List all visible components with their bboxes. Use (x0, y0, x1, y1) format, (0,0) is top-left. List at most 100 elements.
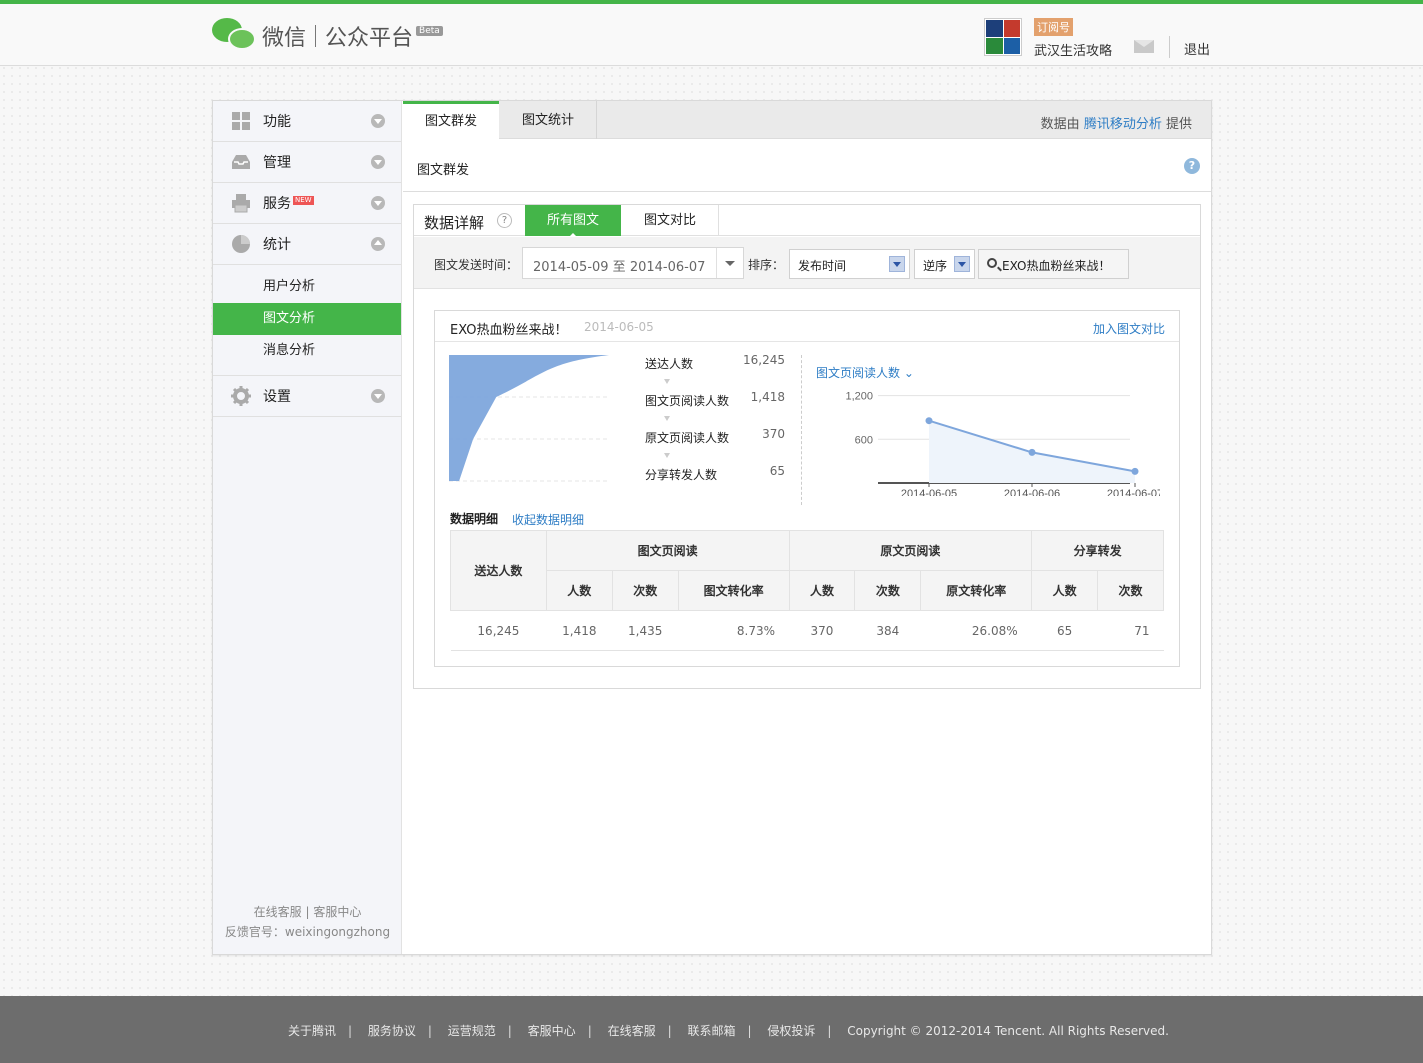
article-card: EXO热血粉丝来战！ 2014-06-05 加入图文对比 送达人数 16,245… (434, 310, 1180, 667)
col-share-people: 人数 (1031, 570, 1099, 611)
gear-icon (231, 386, 251, 406)
funnel-area (449, 355, 609, 481)
service-center-link[interactable]: 客服中心 (313, 905, 361, 919)
collapse-detail-link[interactable]: 收起数据明细 (512, 511, 584, 528)
chevron-down-icon[interactable] (371, 114, 385, 128)
col-share-times: 次数 (1097, 570, 1164, 611)
table-cell: 71 (1097, 610, 1164, 651)
nav-settings[interactable]: 设置 (213, 376, 401, 417)
provider-link[interactable]: 腾讯移动分析 (1084, 117, 1162, 132)
order-value: 逆序 (923, 259, 948, 273)
date-range-picker[interactable]: 2014-05-09 至 2014-06-07 (522, 247, 744, 279)
order-select[interactable]: 逆序 (914, 249, 975, 279)
data-point (925, 417, 933, 425)
sort-label: 排序： (748, 258, 785, 272)
chevron-down-icon[interactable] (371, 155, 385, 169)
chevron-down-icon[interactable] (889, 256, 905, 272)
date-label: 图文发送时间： (434, 258, 519, 272)
logo-platform-text: 公众平台 (325, 26, 414, 51)
funnel-value: 16,245 (743, 353, 785, 367)
tab-all-articles[interactable]: 所有图文 (525, 205, 621, 237)
add-compare-link[interactable]: 加入图文对比 (1093, 320, 1165, 337)
arrow-down-icon (664, 379, 670, 384)
panel-title: 数据详解 (424, 214, 485, 232)
footer-link-rules[interactable]: 运营规范 (448, 1024, 496, 1038)
funnel-value: 1,418 (750, 390, 785, 404)
nav-stats[interactable]: 统计 (213, 224, 401, 265)
funnel-label: 分享转发人数 (645, 468, 718, 482)
panel-tabs: 数据详解 ? 所有图文 图文对比 (414, 205, 1200, 237)
wechat-logo[interactable]: 微信 公众平台 Beta (212, 16, 443, 56)
chevron-down-icon[interactable] (371, 389, 385, 403)
table-cell: 16,245 (450, 610, 547, 651)
table-cell: 26.08% (920, 610, 1032, 651)
table-cell: 384 (854, 610, 921, 651)
data-point (1028, 448, 1036, 456)
chevron-down-icon[interactable] (954, 256, 970, 272)
sidebar-item-article-analysis[interactable]: 图文分析 (213, 303, 401, 335)
account-avatar[interactable] (984, 18, 1022, 56)
nav-function[interactable]: 功能 (213, 101, 401, 142)
col-deliver: 送达人数 (450, 530, 547, 611)
col-orig-rate: 原文转化率 (920, 570, 1033, 611)
funnel-item: 原文页阅读人数 370 (645, 427, 785, 447)
col-group-orig: 原文页阅读 (788, 530, 1033, 571)
footer-link-about[interactable]: 关于腾讯 (288, 1024, 336, 1038)
table-cell: 8.73% (678, 610, 790, 651)
nav-settings-label: 设置 (263, 389, 291, 405)
nav-manage[interactable]: 管理 (213, 142, 401, 183)
page-title: 图文群发 (417, 163, 470, 178)
funnel-item: 图文页阅读人数 1,418 (645, 390, 785, 410)
metric-dropdown[interactable]: 图文页阅读人数 ⌄ (816, 364, 914, 381)
sidebar-item-message-analysis[interactable]: 消息分析 (213, 335, 401, 367)
logo-divider (315, 25, 317, 47)
data-point (1131, 467, 1139, 475)
copyright: Copyright © 2012-2014 Tencent. All Right… (847, 1024, 1169, 1038)
detail-title: 数据明细 (450, 512, 499, 526)
chevron-down-icon[interactable] (371, 196, 385, 210)
footer-link-report[interactable]: 侵权投诉 (767, 1024, 815, 1038)
date-range-value: 2014-05-09 至 2014-06-07 (533, 260, 706, 275)
col-orig-times: 次数 (854, 570, 922, 611)
caret-down-icon[interactable] (725, 261, 735, 266)
beta-badge: Beta (416, 26, 443, 36)
subscription-badge: 订阅号 (1034, 18, 1073, 36)
tab-article-stats[interactable]: 图文统计 (500, 101, 596, 139)
col-orig-people: 人数 (788, 570, 856, 611)
footer-link-email[interactable]: 联系邮箱 (687, 1024, 735, 1038)
search-value: EXO热血粉丝来战！ (1002, 259, 1111, 273)
funnel-label: 送达人数 (645, 357, 694, 371)
top-bar: 微信 公众平台 Beta 订阅号 武汉生活攻略 退出 (0, 0, 1423, 66)
help-icon[interactable]: ? (1184, 158, 1200, 174)
nav-stats-label: 统计 (263, 237, 291, 253)
search-input[interactable]: EXO热血粉丝来战！ (978, 249, 1129, 279)
printer-icon (232, 194, 250, 213)
sidebar: 功能 管理 服务 NEW 统计 用户分析 图文分析 消息分析 设置 在线客服 |… (213, 101, 402, 954)
chevron-up-icon[interactable] (371, 237, 385, 251)
nav-service[interactable]: 服务 NEW (213, 183, 401, 224)
question-icon[interactable]: ? (497, 213, 512, 228)
table-cell: 65 (1031, 610, 1098, 651)
sort-select[interactable]: 发布时间 (789, 249, 910, 279)
sidebar-item-user-analysis[interactable]: 用户分析 (213, 271, 401, 303)
funnel-value: 65 (769, 464, 785, 478)
card-header: EXO热血粉丝来战！ 2014-06-05 加入图文对比 (435, 311, 1179, 342)
account-name[interactable]: 武汉生活攻略 (1034, 40, 1112, 59)
filter-bar: 图文发送时间： 2014-05-09 至 2014-06-07 排序： 发布时间… (414, 237, 1200, 289)
nav-service-label: 服务 (263, 196, 291, 212)
account-info[interactable]: 订阅号 武汉生活攻略 (984, 18, 1112, 59)
logout-link[interactable]: 退出 (1184, 39, 1210, 58)
mail-icon[interactable] (1134, 40, 1154, 53)
funnel-value: 370 (762, 427, 785, 441)
x-tick-label: 2014-06-06 (1004, 488, 1060, 496)
col-read-people: 人数 (545, 570, 613, 611)
col-read-times: 次数 (611, 570, 679, 611)
footer-link-online-service[interactable]: 在线客服 (608, 1024, 656, 1038)
footer-link-agreement[interactable]: 服务协议 (368, 1024, 416, 1038)
tab-article-compare[interactable]: 图文对比 (622, 205, 718, 236)
online-service-link[interactable]: 在线客服 (254, 905, 302, 919)
table-row: 16,245 1,418 1,435 8.73% 370 384 26.08% … (450, 610, 1164, 651)
tab-article-broadcast[interactable]: 图文群发 (403, 101, 499, 140)
footer-link-service-center[interactable]: 客服中心 (528, 1024, 576, 1038)
inbox-icon (232, 155, 250, 169)
